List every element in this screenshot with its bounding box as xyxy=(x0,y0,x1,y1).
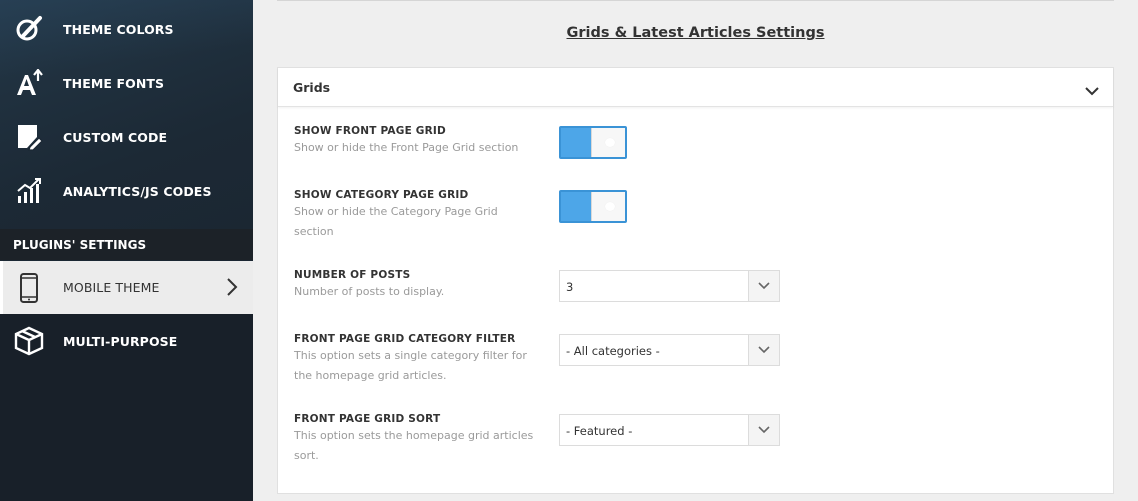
chevron-down-icon[interactable] xyxy=(748,335,779,365)
front-page-grid-toggle[interactable] xyxy=(559,126,627,159)
sidebar-item-label: MOBILE THEME xyxy=(63,280,160,295)
setting-show-category-page-grid: SHOW CATEGORY PAGE GRID Show or hide the… xyxy=(294,189,1094,242)
setting-description: Show or hide the Front Page Grid section xyxy=(294,141,519,154)
sidebar: THEME COLORS THEME FONTS CUSTOM CODE ANA… xyxy=(0,0,253,501)
setting-description: This option sets the homepage grid artic… xyxy=(294,429,534,462)
chevron-right-icon xyxy=(226,277,238,301)
divider xyxy=(277,0,1114,1)
setting-description: Show or hide the Category Page Grid sect… xyxy=(294,205,498,238)
sidebar-item-multi-purpose[interactable]: MULTI-PURPOSE xyxy=(0,314,253,368)
setting-title: SHOW FRONT PAGE GRID xyxy=(294,125,446,137)
toggle-knob xyxy=(591,192,625,221)
panel-header[interactable]: Grids xyxy=(278,68,1113,107)
category-filter-select[interactable]: - All categories - xyxy=(559,334,780,366)
plugins-settings-heading: PLUGINS' SETTINGS xyxy=(0,229,253,260)
number-of-posts-select[interactable]: 3 xyxy=(559,270,780,302)
setting-title: SHOW CATEGORY PAGE GRID xyxy=(294,189,469,201)
sidebar-item-theme-fonts[interactable]: THEME FONTS xyxy=(0,56,253,110)
panel-title: Grids xyxy=(293,80,331,95)
font-size-icon xyxy=(14,68,44,98)
chevron-down-icon[interactable] xyxy=(748,271,779,301)
select-value: - All categories - xyxy=(566,344,660,358)
select-value: - Featured - xyxy=(566,424,633,438)
sidebar-item-label: THEME COLORS xyxy=(63,21,174,37)
setting-description: This option sets a single category filte… xyxy=(294,349,527,382)
select-value: 3 xyxy=(566,280,574,294)
sidebar-item-mobile-theme[interactable]: MOBILE THEME xyxy=(0,261,253,314)
grids-panel: Grids SHOW FRONT PAGE GRID Show or hide … xyxy=(277,67,1114,494)
paintbrush-icon xyxy=(14,14,44,44)
page-title: Grids & Latest Articles Settings xyxy=(566,25,825,41)
sidebar-item-custom-code[interactable]: CUSTOM CODE xyxy=(0,110,253,164)
mobile-phone-icon xyxy=(14,272,44,303)
setting-show-front-page-grid: SHOW FRONT PAGE GRID Show or hide the Fr… xyxy=(294,125,1094,159)
setting-number-of-posts: NUMBER OF POSTS Number of posts to displ… xyxy=(294,269,1094,302)
category-page-grid-toggle[interactable] xyxy=(559,190,627,223)
grid-sort-select[interactable]: - Featured - xyxy=(559,414,780,446)
setting-category-filter: FRONT PAGE GRID CATEGORY FILTER This opt… xyxy=(294,333,1094,386)
cube-icon xyxy=(14,326,44,356)
sidebar-item-label: MULTI-PURPOSE xyxy=(63,333,178,349)
toggle-knob xyxy=(591,128,625,157)
chevron-down-icon[interactable] xyxy=(1085,81,1099,100)
sidebar-item-label: CUSTOM CODE xyxy=(63,129,168,145)
sidebar-item-label: THEME FONTS xyxy=(63,75,165,91)
chevron-down-icon[interactable] xyxy=(748,415,779,445)
setting-description: Number of posts to display. xyxy=(294,285,445,298)
sidebar-item-analytics[interactable]: ANALYTICS/JS CODES xyxy=(0,164,253,218)
analytics-bars-icon xyxy=(14,176,44,206)
sidebar-item-label: ANALYTICS/JS CODES xyxy=(63,183,212,199)
setting-grid-sort: FRONT PAGE GRID SORT This option sets th… xyxy=(294,413,1094,466)
sidebar-item-theme-colors[interactable]: THEME COLORS xyxy=(0,2,253,56)
code-edit-icon xyxy=(14,122,44,152)
